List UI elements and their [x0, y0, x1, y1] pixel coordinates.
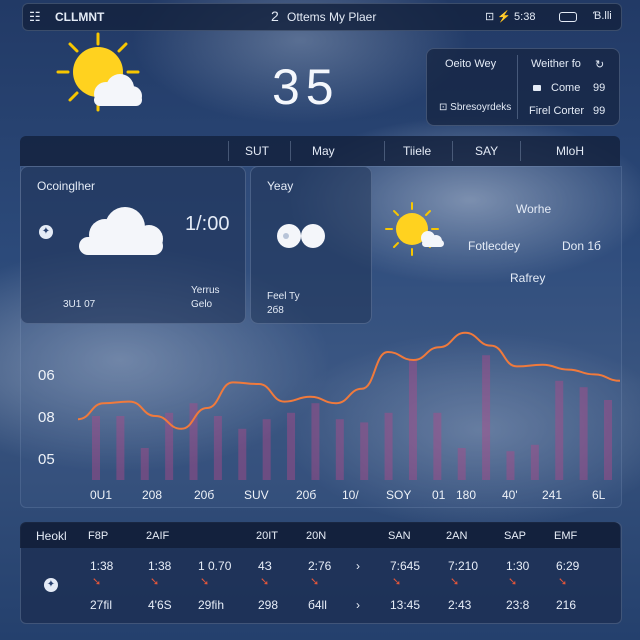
- forecast-bottom-value: ›: [356, 598, 360, 612]
- y-tick-label: 05: [38, 451, 55, 468]
- forecast-top-value: 4З: [258, 559, 272, 573]
- x-tick-label: 0U1: [90, 488, 112, 502]
- forecast-bottom-value: 216: [556, 598, 577, 612]
- forecast-bottom-value: 27fil: [90, 598, 113, 612]
- x-tick-label: 180: [456, 488, 476, 502]
- forecast-day[interactable]: 2AN: [446, 530, 467, 542]
- chart-bar: [433, 412, 442, 480]
- forecast-top-value: 7:210: [448, 559, 479, 573]
- forecast-bottom-value: 23:8: [506, 598, 530, 612]
- trend-arrow-icon: ➘: [450, 576, 460, 588]
- chart-bar: [360, 422, 369, 480]
- forecast-bottom-value: 298: [258, 598, 279, 612]
- forecast-bottom-value: 29fih: [198, 598, 225, 612]
- chart-bar: [335, 419, 344, 480]
- chart-bar: [555, 380, 564, 480]
- chart-bar: [604, 400, 612, 480]
- chart-bar: [530, 444, 539, 480]
- chart-bar: [140, 448, 149, 480]
- trend-arrow-icon: ➘: [392, 576, 402, 588]
- x-tick-label: 20б: [296, 488, 316, 502]
- x-tick-label: 20б: [194, 488, 214, 502]
- forecast-bottom-value: б4ll: [308, 598, 327, 612]
- x-tick-label: 208: [142, 488, 162, 502]
- chart-bar: [213, 416, 222, 480]
- forecast-day[interactable]: 20IT: [256, 530, 278, 542]
- forecast-top-value: 6:29: [556, 559, 580, 573]
- chart-bar: [408, 360, 417, 480]
- trend-arrow-icon: ➘: [310, 576, 320, 588]
- forecast-day[interactable]: F8P: [88, 530, 108, 542]
- trend-arrow-icon: ➘: [150, 576, 160, 588]
- forecast-day[interactable]: 20N: [306, 530, 326, 542]
- forecast-day[interactable]: SAP: [504, 530, 526, 542]
- x-tick-label: 10/: [342, 488, 359, 502]
- trend-arrow-icon: ➘: [508, 576, 518, 588]
- chart-line-series: [77, 331, 621, 430]
- chart-bar: [262, 419, 271, 480]
- chart-bar: [116, 416, 125, 480]
- chart-bar: [457, 448, 466, 480]
- x-tick-label: 241: [542, 488, 562, 502]
- forecast-day[interactable]: 2AIF: [146, 530, 169, 542]
- chart-bar: [579, 387, 588, 480]
- y-tick-label: 06: [38, 367, 55, 384]
- trend-arrow-icon: ➘: [92, 576, 102, 588]
- forecast-bottom-value: 13:45: [390, 598, 421, 612]
- x-tick-label: SUV: [244, 488, 269, 502]
- forecast-header-label: Heokl: [36, 529, 67, 543]
- chart-bar: [238, 428, 247, 480]
- x-tick-label: 40': [502, 488, 518, 502]
- x-tick-label: 01: [432, 488, 446, 502]
- x-tick-label: SOY: [386, 488, 411, 502]
- chart-bar: [287, 412, 296, 480]
- chart-bar: [506, 451, 515, 480]
- x-tick-label: 6L: [592, 488, 606, 502]
- trend-arrow-icon: ➘: [558, 576, 568, 588]
- chart-bar: [92, 416, 100, 480]
- trend-arrow-icon: ➘: [200, 576, 210, 588]
- y-tick-label: 08: [38, 409, 55, 426]
- forecast-top-value: 1 0.70: [198, 559, 232, 573]
- forecast-day[interactable]: EMF: [554, 530, 577, 542]
- forecast-bottom-value: 2:43: [448, 598, 472, 612]
- forecast-top-value: 7:645: [390, 559, 421, 573]
- trend-arrow-icon: ➘: [260, 576, 270, 588]
- chart-bar: [482, 355, 491, 480]
- forecast-bottom-value: 4'6S: [148, 598, 172, 612]
- forecast-top-value: 1:30: [506, 559, 530, 573]
- chart-bar: [384, 412, 393, 480]
- forecast-day[interactable]: SAN: [388, 530, 411, 542]
- sun-small-icon: ✦: [44, 578, 58, 592]
- forecast-top-value: ›: [356, 559, 360, 573]
- chart-bar: [311, 403, 320, 480]
- forecast-top-value: 1:38: [90, 559, 114, 573]
- forecast-top-value: 1:38: [148, 559, 172, 573]
- forecast-top-value: 2:76: [308, 559, 332, 573]
